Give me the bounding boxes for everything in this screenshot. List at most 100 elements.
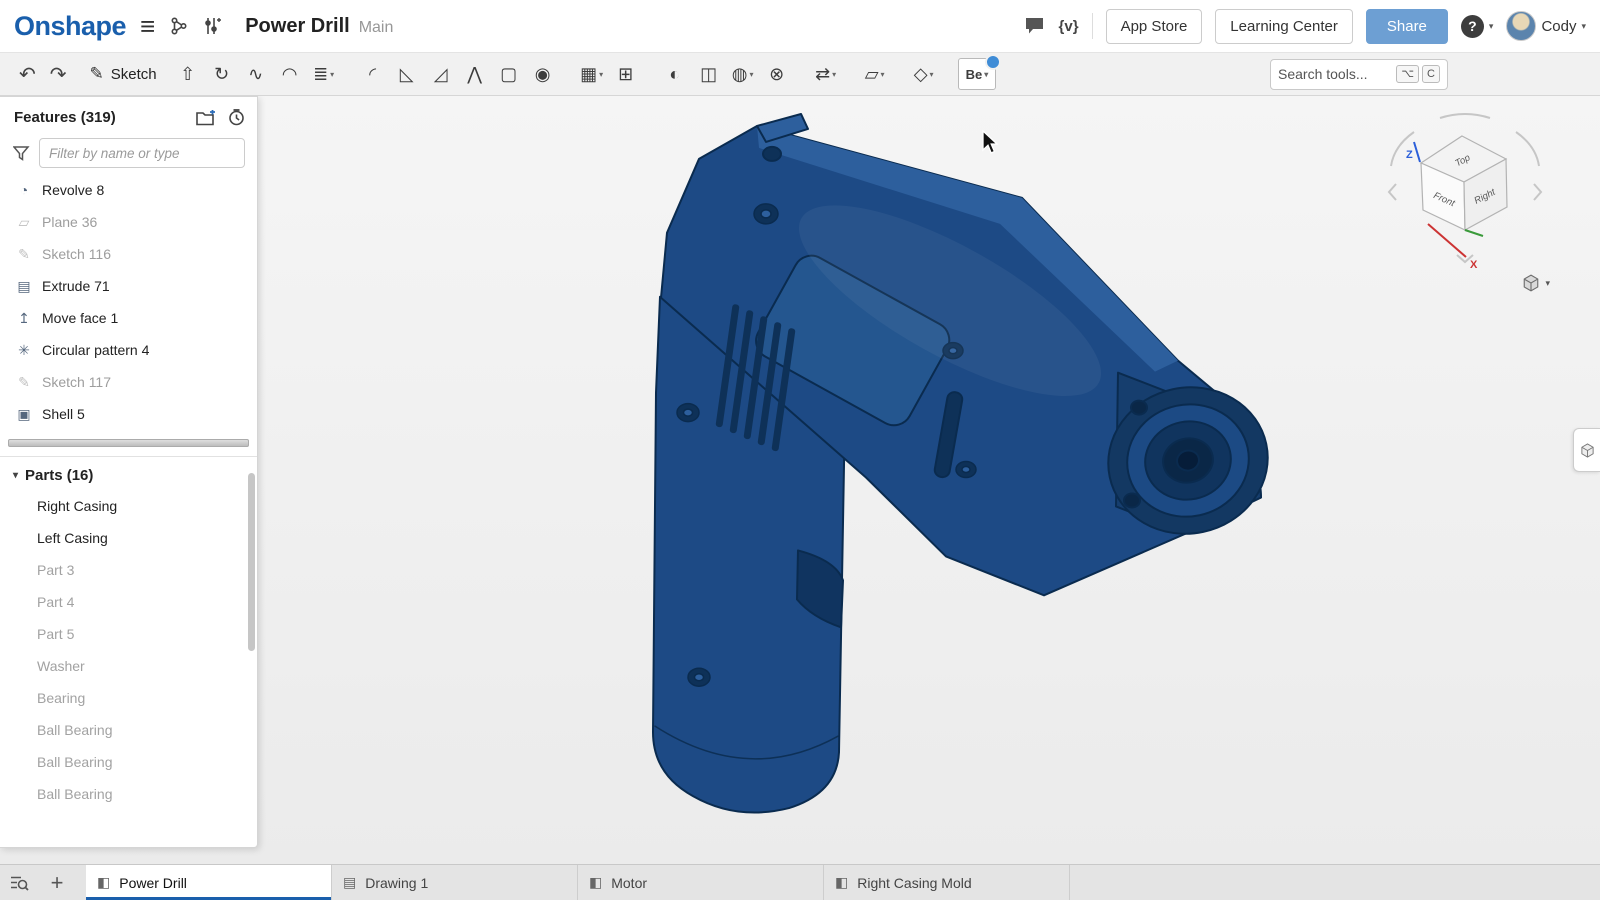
tool-button[interactable]: ⊗	[762, 58, 792, 90]
chevron-down-icon: ▾	[1581, 21, 1586, 32]
tool-button[interactable]: Be ▾	[958, 58, 997, 90]
tool-button[interactable]: ◫	[694, 58, 724, 90]
tool-search-input[interactable]	[1278, 66, 1393, 82]
x-axis	[1428, 224, 1466, 257]
rollback-bar[interactable]	[8, 439, 249, 447]
part-item[interactable]: Right Casing	[0, 490, 257, 522]
tool-button[interactable]: ∿	[241, 58, 271, 90]
workspace-name[interactable]: Main	[359, 19, 394, 37]
tool-button[interactable]: ◺	[392, 58, 422, 90]
tool-button[interactable]: ⊞	[611, 58, 641, 90]
chevron-down-icon[interactable]: ▾	[749, 70, 753, 79]
tool-button[interactable]: ⇧	[173, 58, 203, 90]
tab-search-icon	[10, 875, 29, 891]
part-item[interactable]: Washer	[0, 650, 257, 682]
part-item[interactable]: Part 4	[0, 586, 257, 618]
sketch-label: Sketch	[111, 66, 157, 83]
hamburger-menu-icon[interactable]: ≡	[140, 13, 155, 39]
app-store-button[interactable]: App Store	[1106, 9, 1203, 44]
chevron-down-icon[interactable]: ▾	[984, 70, 988, 79]
new-folder-icon[interactable]	[196, 110, 216, 126]
undo-button[interactable]: ↶	[19, 62, 36, 87]
tool-button[interactable]: ◉	[528, 58, 558, 90]
display-options-button[interactable]: ▾	[1522, 274, 1550, 292]
tool-button[interactable]: ⋀	[460, 58, 490, 90]
comment-icon[interactable]	[1024, 16, 1046, 36]
part-item[interactable]: Left Casing	[0, 522, 257, 554]
help-icon[interactable]: ?	[1461, 15, 1484, 38]
x-axis-label: X	[1470, 259, 1478, 271]
tool-button[interactable]: ▱ ▾	[860, 58, 890, 90]
featurescript-icon[interactable]: {v}	[1059, 18, 1079, 35]
feature-item[interactable]: ◔ Revolve 8	[0, 174, 257, 206]
part-studio-icon: ◧	[589, 874, 602, 891]
tool-button[interactable]: ▦ ▾	[577, 58, 607, 90]
panel-scrollbar[interactable]	[248, 463, 255, 841]
part-item[interactable]: Bearing	[0, 682, 257, 714]
filter-icon[interactable]	[13, 146, 30, 161]
tool-button[interactable]: ↻	[207, 58, 237, 90]
chevron-down-icon[interactable]: ▾	[832, 70, 836, 79]
feature-item[interactable]: ▱ Plane 36	[0, 206, 257, 238]
chevron-down-icon[interactable]: ▾	[13, 470, 18, 481]
tool-button[interactable]: ◿	[426, 58, 456, 90]
part-item[interactable]: Ball Bearing	[0, 778, 257, 810]
document-tab[interactable]: ▤ Drawing 1	[332, 865, 578, 900]
tool-button[interactable]: ≣ ▾	[309, 58, 339, 90]
part-item[interactable]: Ball Bearing	[0, 746, 257, 778]
scrollbar-thumb[interactable]	[248, 473, 255, 651]
tool-button[interactable]: ⇄ ▾	[811, 58, 841, 90]
onshape-logo[interactable]: Onshape	[14, 11, 126, 42]
search-tools-box[interactable]: ⌥ C	[1270, 59, 1448, 90]
part-item[interactable]: Part 5	[0, 618, 257, 650]
feature-item[interactable]: ✎ Sketch 116	[0, 238, 257, 270]
view-cube[interactable]: Top Front Right Z X	[1380, 106, 1550, 276]
tool-button[interactable]: ◠	[275, 58, 305, 90]
user-menu[interactable]: Cody ▾	[1506, 11, 1586, 41]
parts-list: Right Casing Left Casing Part 3 Part 4	[0, 490, 257, 810]
document-title[interactable]: Power Drill	[245, 15, 349, 38]
part-item[interactable]: Ball Bearing	[0, 714, 257, 746]
loft-icon: ◠	[282, 64, 298, 85]
feature-item[interactable]: ✳ Circular pattern 4	[0, 334, 257, 366]
chevron-down-icon[interactable]: ▾	[599, 70, 603, 79]
chevron-down-icon[interactable]: ▾	[330, 70, 334, 79]
toolbar-icons: ⇧ ↻ ∿ ◠ ≣	[171, 58, 999, 90]
document-tab[interactable]: ◧ Right Casing Mold	[824, 865, 1070, 900]
feature-item[interactable]: ▤ Extrude 71	[0, 270, 257, 302]
feature-filter-input[interactable]	[39, 138, 245, 168]
avatar[interactable]	[1506, 11, 1536, 41]
rollback-history-icon[interactable]	[228, 109, 245, 126]
parts-section-header[interactable]: ▾ Parts (16)	[0, 459, 257, 490]
share-button[interactable]: Share	[1366, 9, 1448, 44]
feature-item[interactable]: ✎ Sketch 117	[0, 366, 257, 398]
versions-icon[interactable]	[169, 16, 189, 36]
sketch-button[interactable]: ✎ Sketch	[90, 64, 157, 84]
part-item[interactable]: Part 3	[0, 554, 257, 586]
document-tab[interactable]: ◧ Motor	[578, 865, 824, 900]
new-tab-button[interactable]: +	[38, 865, 76, 900]
chevron-down-icon: ▾	[1489, 21, 1494, 32]
part-label: Washer	[37, 658, 85, 674]
tab-label: Drawing 1	[365, 875, 428, 891]
right-panel-flyout-button[interactable]	[1573, 428, 1600, 472]
tool-button[interactable]: ◜	[358, 58, 388, 90]
tab-manager-button[interactable]	[0, 865, 38, 900]
chevron-down-icon[interactable]: ▾	[881, 70, 885, 79]
feature-label: Plane 36	[42, 214, 97, 230]
shortcut-key-c: C	[1422, 65, 1440, 83]
redo-button[interactable]: ↷	[50, 62, 67, 87]
history-icon[interactable]	[203, 16, 221, 36]
part-label: Part 3	[37, 562, 74, 578]
tool-button[interactable]: ◇ ▾	[909, 58, 939, 90]
chevron-down-icon[interactable]: ▾	[930, 70, 934, 79]
plus-icon: +	[51, 872, 64, 894]
tool-button[interactable]: ◐	[660, 58, 690, 90]
help-menu[interactable]: ? ▾	[1461, 15, 1494, 38]
feature-item[interactable]: ▣ Shell 5	[0, 398, 257, 430]
learning-center-button[interactable]: Learning Center	[1215, 9, 1353, 44]
feature-item[interactable]: ↥ Move face 1	[0, 302, 257, 334]
document-tab[interactable]: ◧ Power Drill	[86, 865, 332, 900]
tool-button[interactable]: ◍ ▾	[728, 58, 758, 90]
tool-button[interactable]: ▢	[494, 58, 524, 90]
